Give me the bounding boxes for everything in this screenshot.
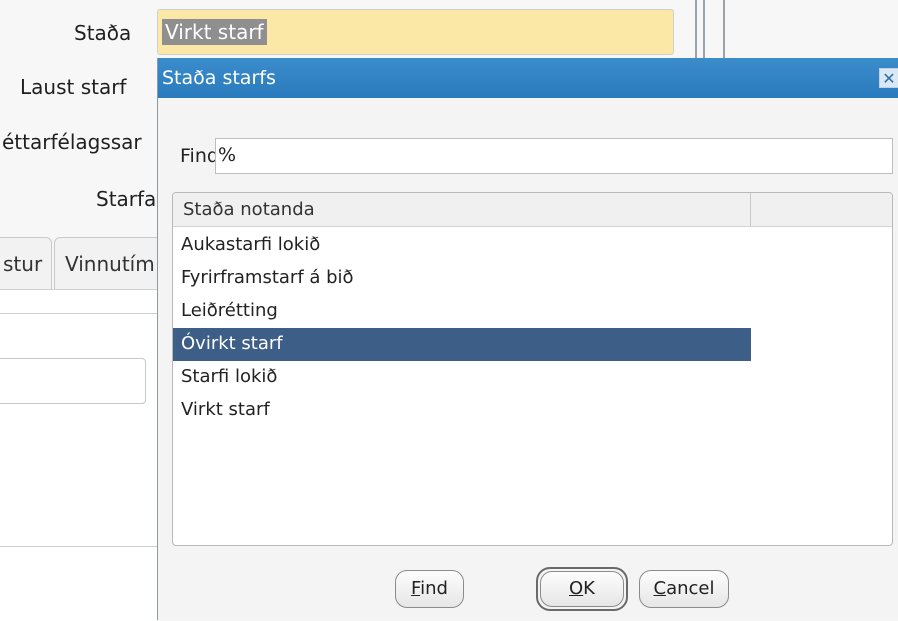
stada-field[interactable]: Virkt starf — [157, 9, 674, 55]
list-rows: Aukastarfi lokið Fyrirframstarf á bið Leið… — [173, 229, 892, 427]
ok-button-label: K — [583, 578, 595, 599]
list-item[interactable]: Virkt starf — [173, 394, 751, 427]
find-button-label: ind — [420, 578, 448, 599]
tab-panel — [0, 289, 157, 621]
stada-field-value: Virkt starf — [162, 19, 267, 45]
tab-stur[interactable]: stur — [0, 237, 52, 289]
panel-input[interactable] — [0, 358, 146, 404]
tab-label: Vinnutím — [65, 252, 155, 276]
list-item[interactable]: Leiðrétting — [173, 295, 751, 328]
list-of-values-dialog: Staða starfs ✕ Find % Staða notanda Auka… — [157, 58, 898, 620]
find-input-value: % — [218, 144, 237, 166]
tab-vinnutimi[interactable]: Vinnutím — [54, 237, 164, 289]
results-list[interactable]: Staða notanda Aukastarfi lokið Fyrirframs… — [172, 192, 893, 546]
find-input[interactable]: % — [215, 138, 893, 174]
ok-mnemonic: O — [569, 578, 584, 599]
panel-divider — [0, 546, 157, 547]
cancel-mnemonic: C — [653, 578, 667, 599]
list-item[interactable]: Óvirkt starf — [173, 328, 751, 361]
tab-label: stur — [3, 252, 43, 276]
list-item[interactable]: Fyrirframstarf á bið — [173, 262, 751, 295]
frame-divider — [723, 0, 725, 58]
list-item[interactable]: Aukastarfi lokið — [173, 229, 751, 262]
dialog-title: Staða starfs — [162, 67, 276, 89]
dialog-title-bar[interactable]: Staða starfs ✕ — [158, 58, 898, 98]
column-header-empty — [751, 193, 892, 226]
find-label: Find — [180, 145, 219, 167]
stettarfelag-label: éttarfélagssar — [2, 130, 142, 154]
close-icon[interactable]: ✕ — [879, 68, 898, 88]
ok-button[interactable]: OK — [540, 571, 624, 607]
column-header-stada-notanda[interactable]: Staða notanda — [173, 193, 751, 226]
frame-divider — [703, 0, 705, 58]
find-button[interactable]: Find — [395, 570, 464, 608]
starfa-label: Starfa — [96, 187, 157, 211]
laust-starf-label: Laust starf — [20, 75, 127, 99]
find-mnemonic: F — [411, 578, 421, 599]
frame-divider — [695, 0, 697, 58]
stada-label: Staða — [74, 21, 132, 45]
cancel-button-label: ancel — [666, 578, 715, 599]
panel-divider — [0, 313, 157, 314]
list-header: Staða notanda — [173, 193, 892, 227]
list-item[interactable]: Starfi lokið — [173, 361, 751, 394]
cancel-button[interactable]: Cancel — [639, 570, 729, 608]
